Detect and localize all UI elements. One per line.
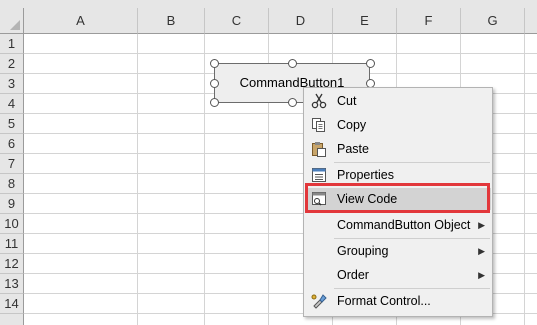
column-header-d[interactable]: D — [269, 8, 333, 34]
row-header-6[interactable]: 6 — [0, 134, 24, 154]
context-menu: Cut Copy Paste Properties View Code Comm… — [303, 87, 493, 317]
properties-icon — [311, 167, 327, 183]
menu-item-label: View Code — [337, 192, 398, 206]
resize-handle-top-left[interactable] — [210, 59, 219, 68]
row-header-12[interactable]: 12 — [0, 254, 24, 274]
row-header-10[interactable]: 10 — [0, 214, 24, 234]
menu-separator — [334, 238, 490, 239]
select-all-corner[interactable] — [0, 8, 24, 34]
row-header-4[interactable]: 4 — [0, 94, 24, 114]
resize-handle-bottom-left[interactable] — [210, 98, 219, 107]
top-strip — [0, 0, 537, 8]
menu-item-label: Cut — [337, 94, 357, 108]
row-header-partial — [0, 314, 24, 325]
format-control-icon — [311, 293, 327, 309]
row-header-1[interactable]: 1 — [0, 34, 24, 54]
row-header-8[interactable]: 8 — [0, 174, 24, 194]
menu-item-view-code[interactable]: View Code — [305, 188, 491, 210]
menu-item-format-control[interactable]: Format Control... — [305, 290, 491, 312]
copy-icon — [311, 117, 327, 133]
menu-item-label: Copy — [337, 118, 367, 132]
resize-handle-bottom[interactable] — [288, 98, 297, 107]
column-header-b[interactable]: B — [138, 8, 205, 34]
menu-item-copy[interactable]: Copy — [305, 114, 491, 136]
menu-item-properties[interactable]: Properties — [305, 164, 491, 186]
paste-icon — [311, 141, 327, 157]
column-header-c[interactable]: C — [205, 8, 269, 34]
scissors-icon — [311, 93, 327, 109]
column-header-a[interactable]: A — [24, 8, 138, 34]
menu-item-cut[interactable]: Cut — [305, 90, 491, 112]
column-header-g[interactable]: G — [461, 8, 525, 34]
select-all-triangle-icon — [10, 20, 20, 30]
menu-item-label: Paste — [337, 142, 369, 156]
resize-handle-left[interactable] — [210, 79, 219, 88]
gridline — [204, 34, 205, 325]
submenu-arrow-icon: ▶ — [478, 246, 485, 256]
menu-item-grouping[interactable]: Grouping ▶ — [305, 240, 491, 262]
menu-item-label: Grouping — [337, 244, 389, 258]
gridline — [24, 53, 537, 54]
submenu-arrow-icon: ▶ — [478, 270, 485, 280]
row-header-11[interactable]: 11 — [0, 234, 24, 254]
menu-separator — [334, 162, 490, 163]
row-header-13[interactable]: 13 — [0, 274, 24, 294]
menu-item-commandbutton-object[interactable]: CommandButton Object ▶ — [305, 214, 491, 236]
row-header-7[interactable]: 7 — [0, 154, 24, 174]
menu-item-label: CommandButton Object — [337, 218, 471, 232]
menu-separator — [334, 212, 490, 213]
menu-item-label: Format Control... — [337, 294, 431, 308]
column-header-partial — [525, 8, 537, 34]
menu-item-paste[interactable]: Paste — [305, 138, 491, 160]
view-code-icon — [311, 191, 327, 207]
resize-handle-top[interactable] — [288, 59, 297, 68]
row-header-3[interactable]: 3 — [0, 74, 24, 94]
menu-item-label: Order — [337, 268, 369, 282]
row-header-2[interactable]: 2 — [0, 54, 24, 74]
menu-item-label: Properties — [337, 168, 394, 182]
resize-handle-top-right[interactable] — [366, 59, 375, 68]
gridline — [137, 34, 138, 325]
submenu-arrow-icon: ▶ — [478, 220, 485, 230]
row-header-9[interactable]: 9 — [0, 194, 24, 214]
gridline — [524, 34, 525, 325]
column-header-e[interactable]: E — [333, 8, 397, 34]
row-header-14[interactable]: 14 — [0, 294, 24, 314]
menu-item-order[interactable]: Order ▶ — [305, 264, 491, 286]
menu-separator — [334, 288, 490, 289]
row-header-5[interactable]: 5 — [0, 114, 24, 134]
column-header-f[interactable]: F — [397, 8, 461, 34]
